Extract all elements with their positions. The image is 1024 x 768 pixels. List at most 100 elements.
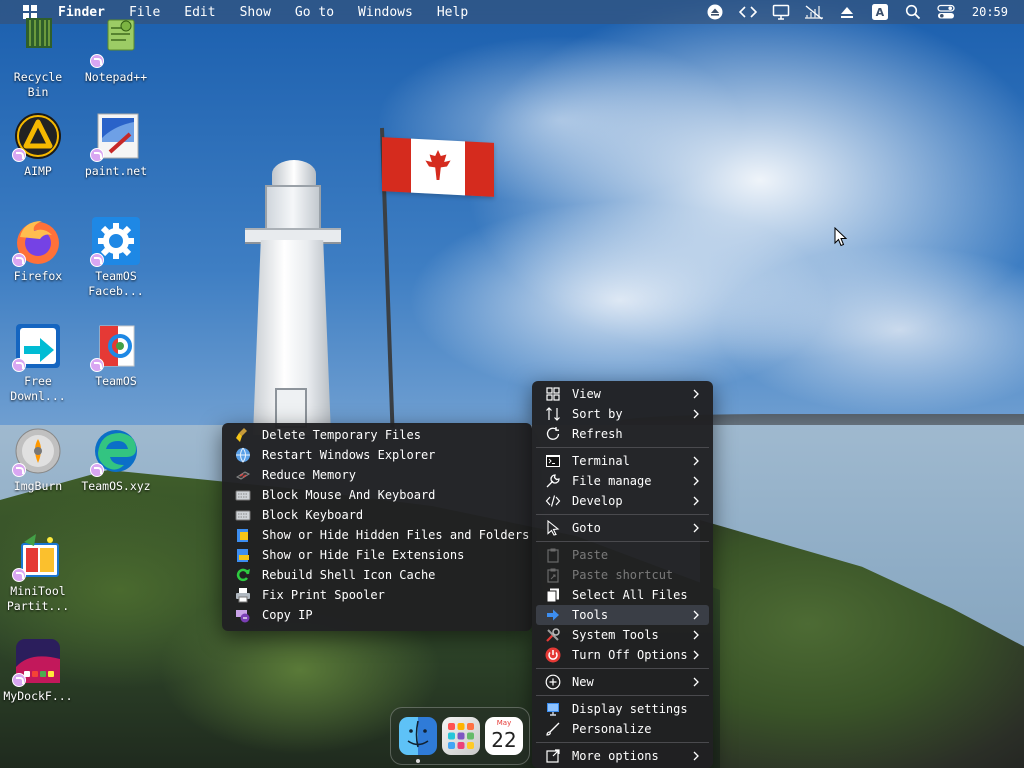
network-off-icon[interactable] <box>802 0 826 24</box>
menu-item-label: Rebuild Shell Icon Cache <box>262 568 436 582</box>
code-icon[interactable] <box>736 0 760 24</box>
mydockfinder-icon <box>12 637 62 687</box>
display-icon[interactable] <box>769 0 793 24</box>
desktop-icon-label: Free Downl... <box>10 374 66 403</box>
clipboard-icon <box>544 546 562 564</box>
menu-item-block-keyboard[interactable]: Block Keyboard <box>226 505 528 525</box>
control-center-icon[interactable] <box>934 0 958 24</box>
menu-item-terminal[interactable]: Terminal <box>536 451 709 471</box>
eject-icon[interactable] <box>703 0 727 24</box>
shortcut-arrow-icon <box>12 253 26 267</box>
globe-icon <box>234 446 252 464</box>
chevron-right-icon <box>689 406 703 422</box>
desktop-icon-teamos[interactable]: TeamOS <box>78 322 154 389</box>
desktop-icon-label: Firefox <box>13 269 63 283</box>
menu-item-more-options[interactable]: More options <box>536 746 709 766</box>
menu-item-develop[interactable]: Develop <box>536 491 709 511</box>
dock-app-calendar[interactable]: May 22 <box>485 717 523 755</box>
desktop-icon-free-download-manager[interactable]: Free Downl... <box>0 322 76 404</box>
menu-item-label: Delete Temporary Files <box>262 428 421 442</box>
desktop-icon-mydockfinder[interactable]: MyDockF... <box>0 637 76 704</box>
desktop-icon-label: AIMP <box>24 164 52 178</box>
menu-item-select-all-files[interactable]: Select All Files <box>536 585 709 605</box>
shortcut-arrow-icon <box>12 358 26 372</box>
menu-windows[interactable]: Windows <box>358 5 413 20</box>
power-icon <box>544 646 562 664</box>
menu-item-rebuild-shell-icon-cache[interactable]: Rebuild Shell Icon Cache <box>226 565 528 585</box>
menu-item-restart-windows-explorer[interactable]: Restart Windows Explorer <box>226 445 528 465</box>
shortcut-arrow-icon <box>12 673 26 687</box>
desktop-icon-paint-net[interactable]: paint.net <box>78 112 154 179</box>
input-method-icon[interactable]: A <box>868 0 892 24</box>
menu-item-label: File manage <box>572 474 652 488</box>
menu-item-sort-by[interactable]: Sort by <box>536 404 709 424</box>
desktop-context-menu: View Sort by Refresh Terminal File manag… <box>532 381 713 768</box>
menu-item-paste[interactable]: Paste <box>536 545 709 565</box>
menu-item-show-or-hide-hidden-files[interactable]: Show or Hide Hidden Files and Folders <box>226 525 529 545</box>
menubar-clock[interactable]: 20:59 <box>972 5 1008 19</box>
menu-item-label: New <box>572 675 594 689</box>
search-icon[interactable] <box>901 0 925 24</box>
menu-item-reduce-memory[interactable]: Reduce Memory <box>226 465 528 485</box>
menu-item-new[interactable]: New <box>536 672 709 692</box>
desktop-icon-aimp[interactable]: AIMP <box>0 112 76 179</box>
menu-item-turn-off-options[interactable]: Turn Off Options <box>536 645 709 665</box>
menu-item-copy-ip[interactable]: Copy IP <box>226 605 528 625</box>
chevron-right-icon <box>689 674 703 690</box>
menu-item-label: Turn Off Options <box>572 648 688 662</box>
menu-item-block-mouse-and-keyboard[interactable]: Block Mouse And Keyboard <box>226 485 528 505</box>
desktop-icon-firefox[interactable]: Firefox <box>0 217 76 284</box>
menu-item-paste-shortcut[interactable]: Paste shortcut <box>536 565 709 585</box>
desktop-icon-notepad-plus-plus[interactable]: Notepad++ <box>78 18 154 85</box>
chevron-right-icon <box>689 627 703 643</box>
desktop-icon-minitool-partition[interactable]: MiniTool Partit... <box>0 532 76 614</box>
menu-item-personalize[interactable]: Personalize <box>536 719 709 739</box>
menu-item-label: Terminal <box>572 454 630 468</box>
tools-icon <box>544 626 562 644</box>
refresh-icon <box>544 425 562 443</box>
hidden-files-icon <box>234 526 252 544</box>
desktop-icon-teamos-facebook[interactable]: TeamOS Faceb... <box>78 217 154 299</box>
code-icon <box>544 492 562 510</box>
desktop-icon-imgburn[interactable]: ImgBurn <box>0 427 76 494</box>
menu-item-label: Personalize <box>572 722 652 736</box>
upload-icon[interactable] <box>835 0 859 24</box>
menu-item-label: Fix Print Spooler <box>262 588 385 602</box>
menu-item-refresh[interactable]: Refresh <box>536 424 709 444</box>
lighthouse-lantern <box>265 185 321 231</box>
menu-item-show-or-hide-file-extensions[interactable]: Show or Hide File Extensions <box>226 545 528 565</box>
menu-item-system-tools[interactable]: System Tools <box>536 625 709 645</box>
menu-item-file-manage[interactable]: File manage <box>536 471 709 491</box>
menu-item-tools[interactable]: Tools <box>536 605 709 625</box>
menu-item-delete-temporary-files[interactable]: Delete Temporary Files <box>226 425 528 445</box>
calendar-month: May <box>496 719 512 727</box>
menu-item-display-settings[interactable]: Display settings <box>536 699 709 719</box>
grid-icon <box>544 385 562 403</box>
desktop-icon-recycle-bin[interactable]: Recycle Bin <box>0 18 76 100</box>
menu-edit[interactable]: Edit <box>184 5 215 20</box>
chevron-right-icon <box>689 748 703 764</box>
finder-face-icon <box>407 720 429 748</box>
menu-item-goto[interactable]: Goto <box>536 518 709 538</box>
arrow-right-icon <box>544 606 562 624</box>
notepad-plus-plus-icon <box>90 18 140 68</box>
dock-app-launchpad[interactable] <box>442 717 480 755</box>
menu-item-view[interactable]: View <box>536 384 709 404</box>
keyboard-icon <box>234 506 252 524</box>
select-all-icon <box>544 586 562 604</box>
chevron-right-icon <box>689 520 703 536</box>
menu-item-fix-print-spooler[interactable]: Fix Print Spooler <box>226 585 528 605</box>
mouse-cursor-icon <box>834 226 848 247</box>
wrench-icon <box>544 472 562 490</box>
menu-go-to[interactable]: Go to <box>295 5 334 20</box>
refresh-icon <box>234 566 252 584</box>
running-indicator <box>416 759 420 763</box>
dock-app-finder[interactable] <box>399 717 437 763</box>
menu-item-label: Copy IP <box>262 608 313 622</box>
menu-help[interactable]: Help <box>437 5 468 20</box>
menu-item-label: Paste shortcut <box>572 568 674 582</box>
desktop-icon-teamos-xyz[interactable]: TeamOS.xyz <box>78 427 154 494</box>
menu-show[interactable]: Show <box>240 5 271 20</box>
brush-icon <box>544 720 562 738</box>
menu-item-label: Refresh <box>572 427 623 441</box>
